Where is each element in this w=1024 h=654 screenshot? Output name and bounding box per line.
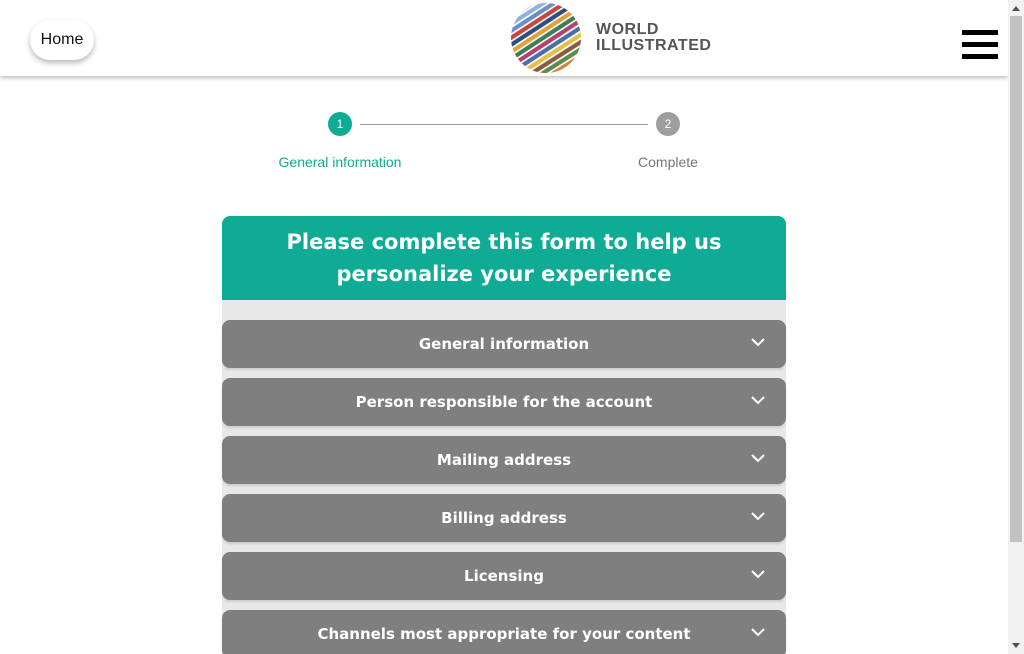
hamburger-menu-icon[interactable]	[962, 30, 998, 62]
chevron-down-icon	[751, 628, 765, 637]
form-title-banner: Please complete this form to help us per…	[222, 216, 786, 300]
chevron-down-icon	[751, 570, 765, 579]
step-2-number: 2	[664, 117, 672, 131]
logo-wordmark: WORLD ILLUSTRATED	[596, 22, 711, 54]
section-mailing-address[interactable]: Mailing address	[222, 436, 786, 484]
stepper-connector	[360, 124, 648, 125]
section-billing-address[interactable]: Billing address	[222, 494, 786, 542]
section-licensing[interactable]: Licensing	[222, 552, 786, 600]
globe-stripes-logo-icon	[511, 3, 581, 73]
world-illustrated-logo[interactable]: WORLD ILLUSTRATED	[510, 2, 720, 74]
page: Home WORLD ILLUSTRATED 1 2 General infor…	[0, 0, 1008, 654]
section-channels[interactable]: Channels most appropriate for your conte…	[222, 610, 786, 654]
chevron-down-icon	[751, 512, 765, 521]
step-1-label: General information	[278, 154, 402, 170]
scrollbar-thumb[interactable]	[1010, 16, 1022, 542]
hamburger-bar	[962, 42, 998, 47]
form-title: Please complete this form to help us per…	[286, 230, 722, 286]
home-button[interactable]: Home	[30, 20, 94, 60]
section-label: Licensing	[464, 567, 544, 585]
section-label: Channels most appropriate for your conte…	[317, 625, 691, 643]
step-2-indicator: 2	[656, 112, 680, 136]
chevron-down-icon	[751, 454, 765, 463]
step-1-indicator: 1	[328, 112, 352, 136]
section-label: Person responsible for the account	[355, 393, 653, 411]
scroll-down-arrow-icon[interactable]	[1008, 638, 1024, 654]
step-1-number: 1	[336, 117, 344, 131]
section-label: General information	[418, 335, 590, 353]
section-label: Billing address	[441, 509, 567, 527]
step-2-label: Complete	[638, 154, 698, 170]
vertical-scrollbar[interactable]	[1008, 0, 1024, 654]
scroll-up-arrow-icon[interactable]	[1008, 0, 1024, 16]
section-person-responsible[interactable]: Person responsible for the account	[222, 378, 786, 426]
chevron-down-icon	[751, 396, 765, 405]
section-label: Mailing address	[436, 451, 572, 469]
hamburger-bar	[962, 54, 998, 59]
logo-line-1: WORLD	[596, 21, 659, 38]
section-general-information[interactable]: General information	[222, 320, 786, 368]
top-header: Home WORLD ILLUSTRATED	[0, 0, 1008, 76]
chevron-down-icon	[751, 338, 765, 347]
logo-line-2: ILLUSTRATED	[596, 37, 712, 54]
hamburger-bar	[962, 30, 998, 35]
